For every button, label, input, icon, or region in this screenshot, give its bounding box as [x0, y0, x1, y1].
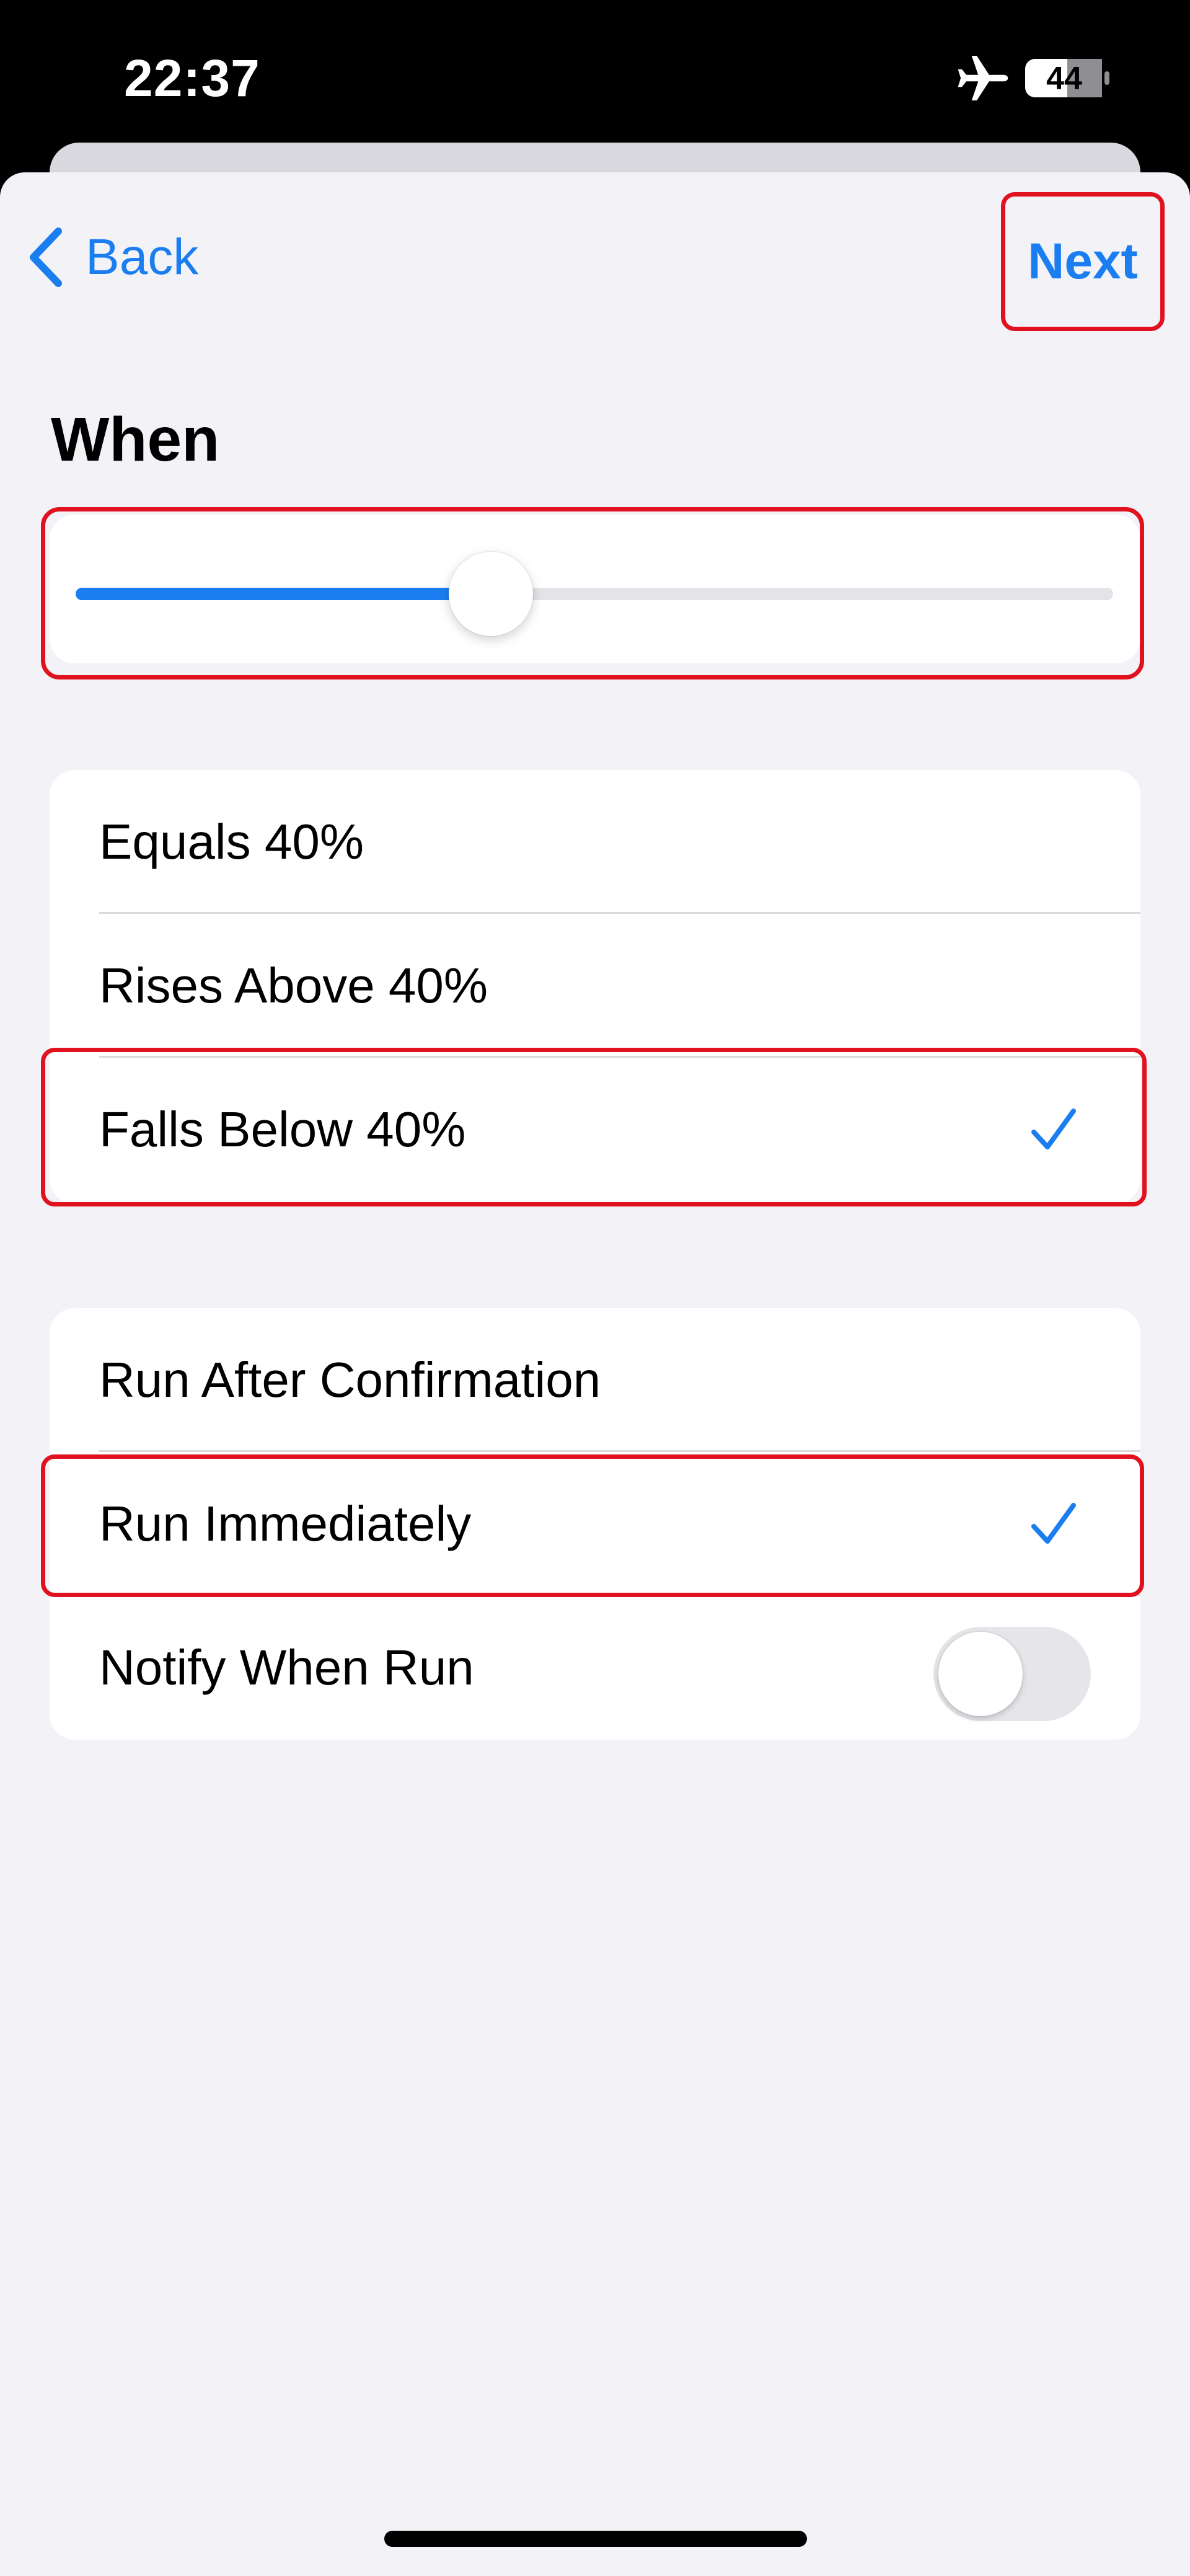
home-indicator	[384, 2531, 807, 2547]
condition-row-rises-above[interactable]: Rises Above 40%	[50, 914, 1140, 1058]
slider-track[interactable]	[76, 588, 1113, 600]
toggle-knob	[938, 1632, 1023, 1716]
back-label: Back	[86, 229, 199, 285]
notify-label: Notify When Run	[99, 1640, 474, 1695]
back-button[interactable]: Back	[26, 223, 198, 291]
next-label: Next	[1028, 233, 1138, 290]
airplane-icon	[958, 56, 1008, 100]
status-time: 22:37	[124, 49, 260, 107]
condition-label: Rises Above 40%	[99, 958, 488, 1013]
status-bar: 22:37 44	[0, 0, 1190, 149]
run-options-card: Run After Confirmation Run Immediately N…	[50, 1308, 1140, 1740]
condition-row-falls-below[interactable]: Falls Below 40%	[50, 1058, 1140, 1202]
run-option-label: Run Immediately	[99, 1496, 472, 1551]
battery-level: 44	[1046, 61, 1082, 97]
slider-fill	[76, 588, 491, 600]
slider-thumb[interactable]	[448, 552, 533, 636]
chevron-left-icon	[30, 228, 62, 287]
condition-label: Equals 40%	[99, 814, 364, 869]
run-row-after-confirmation[interactable]: Run After Confirmation	[50, 1308, 1140, 1452]
conditions-card: Equals 40% Rises Above 40% Falls Below 4…	[50, 770, 1140, 1204]
run-row-immediately[interactable]: Run Immediately	[50, 1452, 1140, 1596]
section-title: When	[51, 405, 220, 474]
next-button[interactable]: Next	[1001, 192, 1165, 331]
notify-toggle[interactable]	[933, 1627, 1091, 1721]
checkmark-icon	[1031, 1503, 1076, 1544]
screen: 22:37 44 Back Next When Equals 40% Rises…	[0, 0, 1190, 2576]
run-option-label: Run After Confirmation	[99, 1352, 601, 1407]
notify-row: Notify When Run	[50, 1596, 1140, 1740]
condition-row-equals[interactable]: Equals 40%	[50, 770, 1140, 914]
checkmark-icon	[1031, 1109, 1076, 1149]
condition-label: Falls Below 40%	[99, 1102, 466, 1157]
